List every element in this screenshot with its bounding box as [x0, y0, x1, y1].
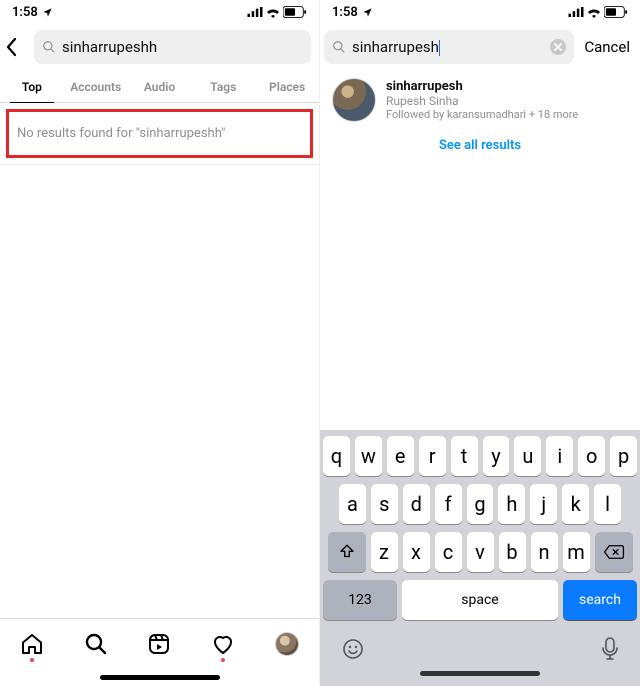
tab-accounts[interactable]: Accounts [64, 74, 128, 102]
key-o[interactable]: o [578, 436, 605, 476]
phone-left: 1:58 [0, 0, 320, 686]
status-time: 1:58 [332, 5, 358, 20]
location-icon [362, 7, 373, 18]
key-shift[interactable] [328, 532, 366, 572]
key-v[interactable]: v [467, 532, 494, 572]
keyboard-row-4: 123 space search [323, 580, 637, 620]
clear-button[interactable] [550, 39, 566, 55]
location-icon [42, 7, 53, 18]
keyboard-row-3: z x c v b n m [323, 532, 637, 572]
battery-icon [604, 6, 628, 18]
key-j[interactable]: j [530, 484, 557, 524]
cancel-button[interactable]: Cancel [578, 38, 632, 56]
key-q[interactable]: q [323, 436, 350, 476]
nav-home[interactable] [20, 632, 44, 656]
status-bar: 1:58 [320, 0, 640, 24]
key-h[interactable]: h [498, 484, 525, 524]
emoji-button[interactable] [341, 637, 365, 661]
key-backspace[interactable] [595, 532, 633, 572]
key-search[interactable]: search [563, 580, 637, 620]
key-k[interactable]: k [562, 484, 589, 524]
result-text: sinharrupesh Rupesh Sinha Followed by ka… [386, 79, 578, 121]
result-username: sinharrupesh [386, 79, 578, 94]
key-p[interactable]: p [610, 436, 637, 476]
search-input[interactable]: sinharrupeshh [34, 30, 311, 64]
tab-places[interactable]: Places [255, 74, 319, 102]
see-all-results-link[interactable]: See all results [320, 130, 640, 165]
nav-activity[interactable] [211, 632, 235, 656]
search-icon [332, 40, 346, 54]
no-results-prefix: No results found for [17, 126, 136, 141]
key-e[interactable]: e [387, 436, 414, 476]
search-result-row[interactable]: sinharrupesh Rupesh Sinha Followed by ka… [320, 70, 640, 130]
key-m[interactable]: m [563, 532, 590, 572]
search-text: sinharrupeshh [62, 38, 303, 56]
text-cursor [439, 40, 441, 56]
signal-icon [247, 7, 263, 17]
key-f[interactable]: f [435, 484, 462, 524]
wifi-icon [265, 6, 281, 18]
signal-icon [568, 7, 584, 17]
search-tabs: Top Accounts Audio Tags Places [0, 70, 319, 103]
key-r[interactable]: r [419, 436, 446, 476]
nav-search[interactable] [84, 632, 108, 656]
search-icon [42, 40, 56, 54]
search-row: sinharrupeshh [0, 24, 319, 70]
battery-icon [283, 6, 307, 18]
key-i[interactable]: i [546, 436, 573, 476]
key-b[interactable]: b [499, 532, 526, 572]
tab-tags[interactable]: Tags [191, 74, 255, 102]
no-results-highlight: No results found for "sinharrupeshh" [6, 109, 313, 158]
result-followed-by: Followed by karansumadhari + 18 more [386, 108, 578, 121]
key-t[interactable]: t [451, 436, 478, 476]
home-indicator-wrap [323, 664, 637, 682]
home-indicator[interactable] [420, 671, 540, 676]
result-avatar [332, 78, 376, 122]
tab-audio[interactable]: Audio [128, 74, 192, 102]
back-button[interactable] [4, 37, 30, 57]
key-n[interactable]: n [531, 532, 558, 572]
key-u[interactable]: u [514, 436, 541, 476]
notification-dot [221, 658, 225, 662]
divider [0, 164, 319, 165]
key-numbers[interactable]: 123 [323, 580, 397, 620]
status-bar: 1:58 [0, 0, 319, 24]
keyboard-bottom-row [323, 628, 637, 664]
no-results-term: "sinharrupeshh" [136, 126, 226, 141]
key-d[interactable]: d [403, 484, 430, 524]
home-indicator[interactable] [100, 675, 220, 680]
key-a[interactable]: a [339, 484, 366, 524]
key-c[interactable]: c [435, 532, 462, 572]
bottom-nav [0, 618, 319, 668]
key-g[interactable]: g [467, 484, 494, 524]
search-text: sinharrupesh [352, 38, 544, 56]
key-z[interactable]: z [371, 532, 398, 572]
keyboard-row-2: a s d f g h j k l [323, 484, 637, 524]
search-row: sinharrupesh Cancel [320, 24, 640, 70]
search-input[interactable]: sinharrupesh [324, 30, 574, 64]
key-s[interactable]: s [371, 484, 398, 524]
tab-top[interactable]: Top [0, 74, 64, 102]
key-y[interactable]: y [483, 436, 510, 476]
key-w[interactable]: w [355, 436, 382, 476]
avatar-icon [275, 632, 299, 656]
keyboard-row-1: q w e r t y u i o p [323, 436, 637, 476]
nav-profile[interactable] [275, 632, 299, 656]
status-time: 1:58 [12, 5, 38, 20]
key-space[interactable]: space [402, 580, 558, 620]
notification-dot [30, 658, 34, 662]
home-indicator-wrap [0, 668, 319, 686]
keyboard: q w e r t y u i o p a s d f g h j k l [320, 430, 640, 686]
key-x[interactable]: x [403, 532, 430, 572]
dictation-button[interactable] [601, 637, 619, 661]
key-l[interactable]: l [594, 484, 621, 524]
phone-right: 1:58 s i n [320, 0, 640, 686]
nav-reels[interactable] [147, 632, 171, 656]
wifi-icon [586, 6, 602, 18]
result-fullname: Rupesh Sinha [386, 94, 578, 108]
